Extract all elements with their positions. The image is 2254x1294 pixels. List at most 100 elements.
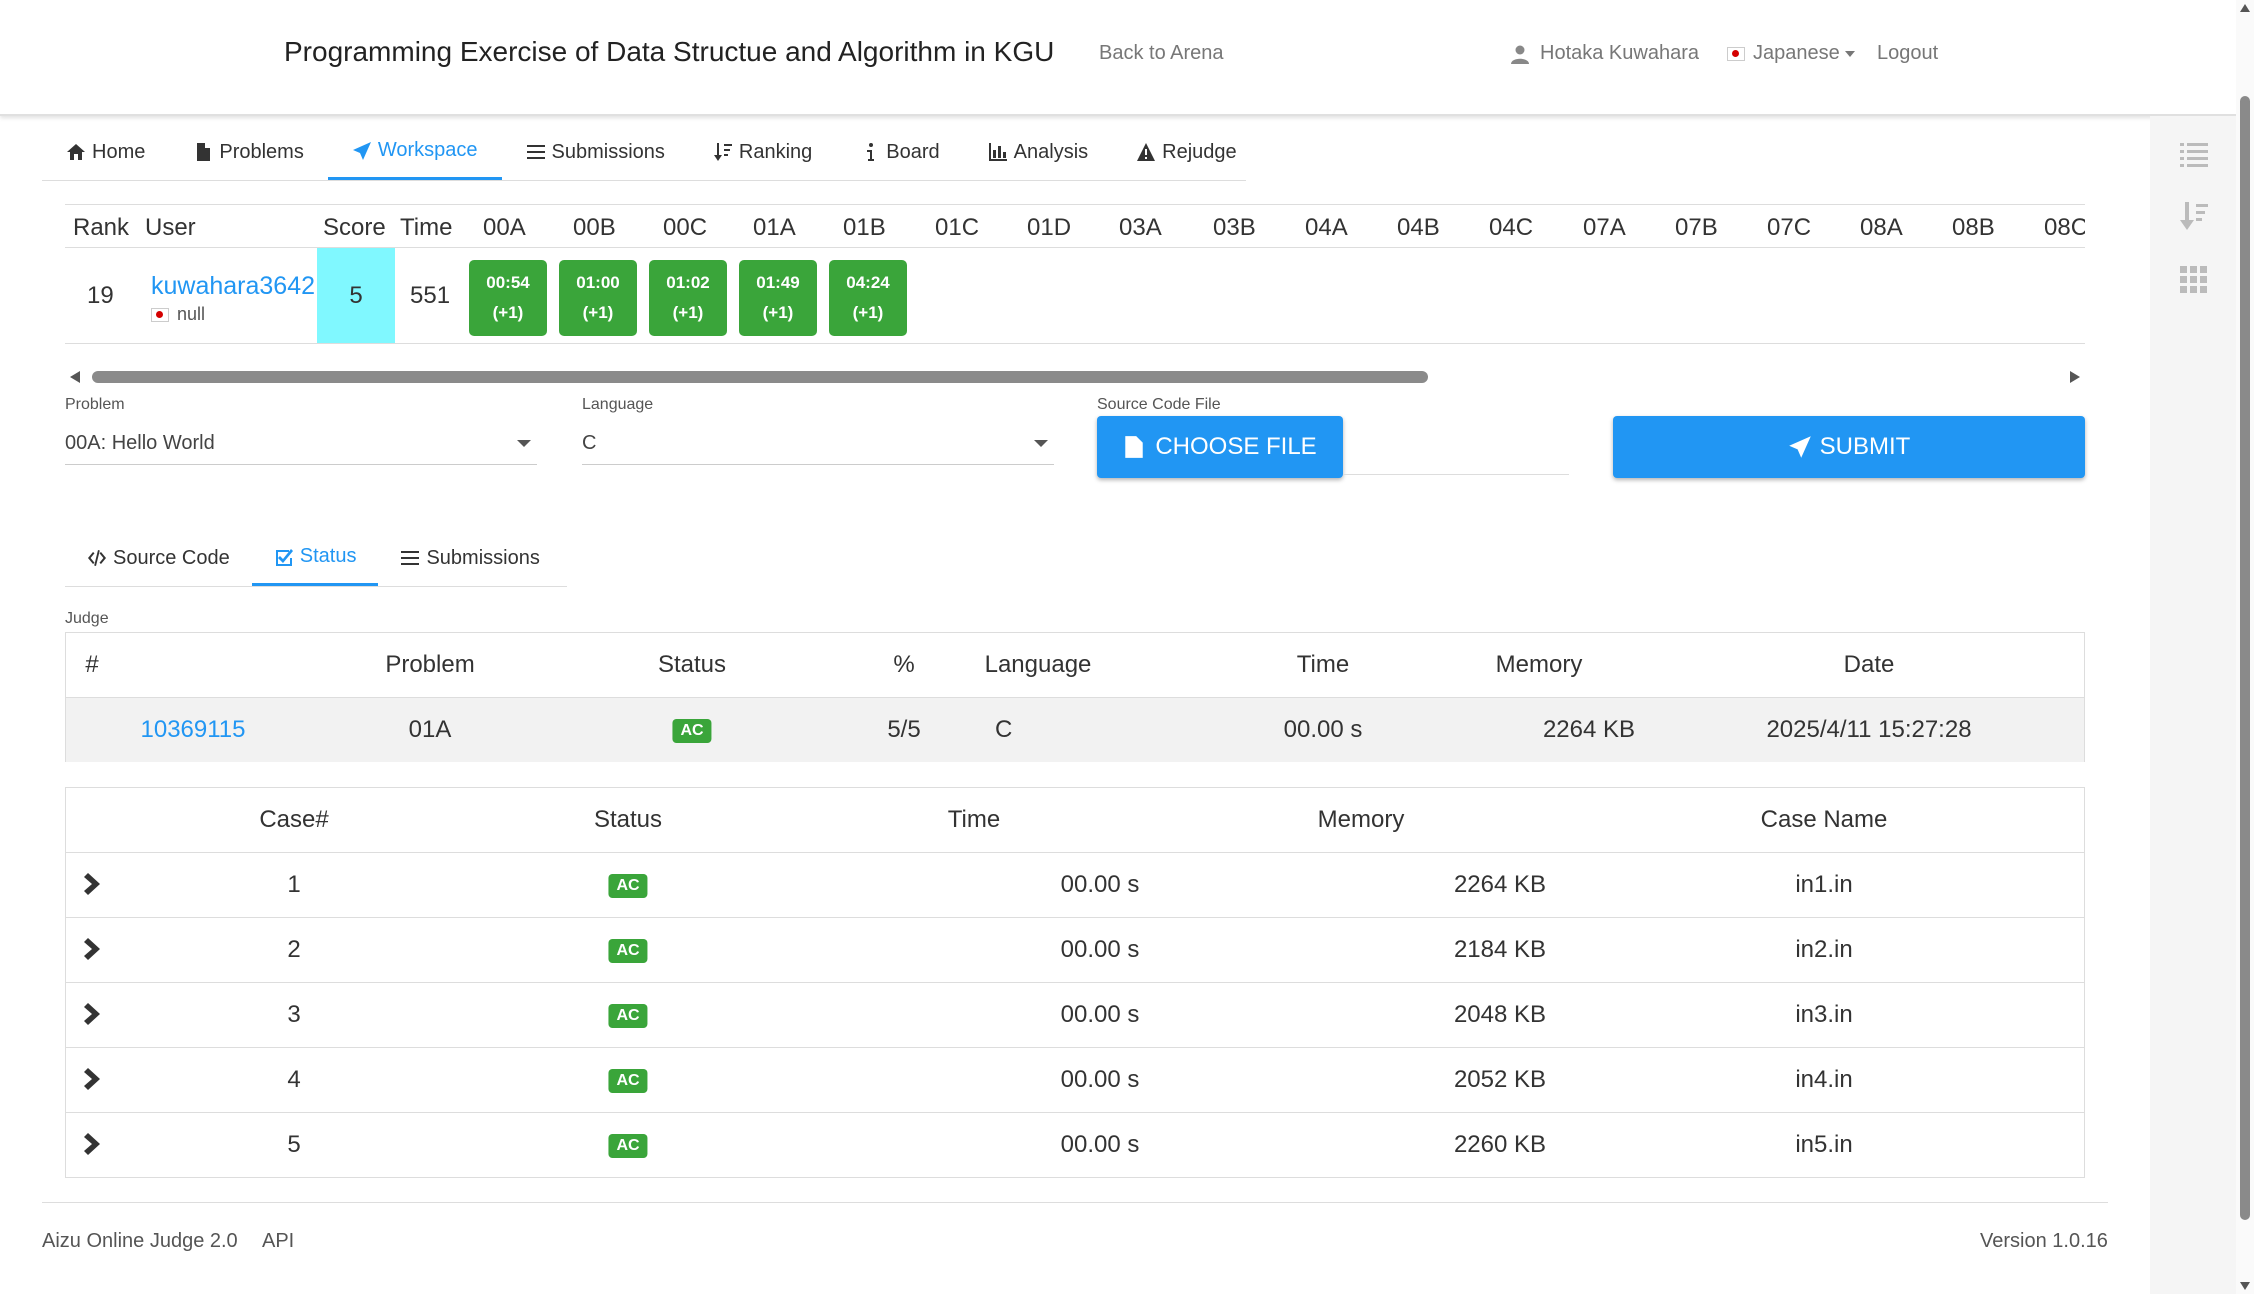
problem-header[interactable]: 07A [1583, 214, 1626, 242]
case-status: AC [608, 999, 648, 1028]
problem-header[interactable]: 04C [1489, 214, 1533, 242]
vertical-scrollbar[interactable] [2236, 0, 2254, 1294]
problem-header[interactable]: 00B [573, 214, 616, 242]
solved-penalty: (+1) [582, 303, 614, 322]
grid-icon[interactable] [2178, 264, 2210, 296]
problem-header[interactable]: 01C [935, 214, 979, 242]
site-title[interactable]: Programming Exercise of Data Structue an… [284, 36, 1054, 68]
sort-icon[interactable] [2178, 200, 2210, 232]
judge-col-status: Status [657, 651, 727, 678]
user-header: User [145, 214, 196, 241]
tab-status[interactable]: Status [251, 530, 379, 586]
solved-time: 01:02 [666, 273, 710, 292]
tab-rejudge[interactable]: Rejudge [1112, 124, 1261, 180]
tab-problems[interactable]: Problems [169, 124, 327, 180]
check-square-icon [275, 548, 293, 566]
sort-icon [713, 143, 732, 161]
horizontal-scrollbar[interactable] [70, 368, 2084, 386]
solved-cell: 04:24 (+1) [829, 260, 907, 336]
problem-header[interactable]: 08A [1860, 214, 1903, 242]
tab-source-code-label: Source Code [113, 546, 230, 569]
case-row[interactable]: 2 AC 00.00 s 2184 KB in2.in [66, 918, 2084, 983]
case-time: 00.00 s [1060, 1131, 1140, 1158]
problem-header[interactable]: 08B [1952, 214, 1995, 242]
tab-workspace-submissions[interactable]: Submissions [378, 530, 561, 586]
submit-button[interactable]: SUBMIT [1613, 416, 2085, 478]
problem-header[interactable]: 01D [1027, 214, 1071, 242]
source-file-label: Source Code File [1097, 396, 1221, 413]
logout-link[interactable]: Logout [1877, 42, 1938, 65]
judge-col-problem: Problem [385, 651, 475, 678]
scroll-thumb[interactable] [92, 371, 1428, 383]
judge-percent: 5/5 [887, 716, 921, 743]
problem-header[interactable]: 04B [1397, 214, 1440, 242]
scroll-left-arrow[interactable] [70, 371, 80, 383]
chevron-right-icon[interactable] [82, 1000, 106, 1028]
submission-id-link[interactable]: 10369115 [141, 716, 246, 744]
tab-home[interactable]: Home [42, 124, 169, 180]
case-row[interactable]: 1 AC 00.00 s 2264 KB in1.in [66, 853, 2084, 918]
tab-ranking[interactable]: Ranking [689, 124, 836, 180]
language-select[interactable]: C [582, 420, 1054, 465]
problem-header[interactable]: 07B [1675, 214, 1718, 242]
tab-analysis[interactable]: Analysis [964, 124, 1112, 180]
caret-down-icon [1844, 50, 1855, 57]
language-dropdown[interactable]: Japanese [1727, 42, 1855, 65]
back-to-arena-link[interactable]: Back to Arena [1099, 42, 1224, 65]
scroll-right-arrow[interactable] [2070, 371, 2080, 383]
user-link[interactable]: kuwahara3642 [151, 272, 315, 301]
main-nav: Home Problems Workspace Submissions Rank… [42, 124, 1246, 181]
problem-header[interactable]: 04A [1305, 214, 1348, 242]
chevron-right-icon[interactable] [82, 1065, 106, 1093]
choose-file-button[interactable]: CHOOSE FILE [1097, 416, 1343, 478]
footer-version: Version 1.0.16 [1980, 1230, 2108, 1252]
tab-status-label: Status [299, 545, 357, 567]
user-menu[interactable]: Hotaka Kuwahara [1510, 42, 1699, 65]
problem-header[interactable]: 01A [753, 214, 796, 242]
dropdown-arrow-icon [1034, 440, 1048, 447]
chevron-right-icon[interactable] [82, 1130, 106, 1158]
chevron-right-icon[interactable] [82, 935, 106, 963]
solved-cell: 01:49 (+1) [739, 260, 817, 336]
problem-select-value: 00A: Hello World [65, 432, 215, 454]
case-time: 00.00 s [1060, 1066, 1140, 1093]
judge-date: 2025/4/11 15:27:28 [1766, 716, 1972, 743]
judge-language: C [995, 716, 1013, 743]
footer-site-name[interactable]: Aizu Online Judge 2.0 [42, 1230, 238, 1253]
chevron-right-icon[interactable] [82, 870, 106, 898]
scroll-down-arrow[interactable] [2240, 1282, 2250, 1290]
problem-header[interactable]: 00C [663, 214, 707, 242]
problem-header[interactable]: 00A [483, 214, 526, 242]
problem-header[interactable]: 08C [2044, 214, 2085, 242]
solved-penalty: (+1) [762, 303, 794, 322]
case-row[interactable]: 4 AC 00.00 s 2052 KB in4.in [66, 1048, 2084, 1113]
rank-header: Rank [73, 214, 130, 241]
case-num: 1 [287, 871, 301, 898]
case-num: 3 [287, 1001, 301, 1028]
case-row[interactable]: 3 AC 00.00 s 2048 KB in3.in [66, 983, 2084, 1048]
scroll-thumb[interactable] [2240, 96, 2250, 1220]
tab-source-code[interactable]: Source Code [65, 530, 252, 586]
scroll-up-arrow[interactable] [2240, 4, 2250, 12]
tab-submissions[interactable]: Submissions [502, 124, 689, 180]
problem-label: Problem [65, 396, 125, 413]
problem-select[interactable]: 00A: Hello World [65, 420, 537, 465]
footer-divider [42, 1202, 2108, 1203]
tab-submissions-label: Submissions [551, 140, 665, 163]
file-icon [197, 143, 211, 161]
problem-header[interactable]: 07C [1767, 214, 1811, 242]
problem-header[interactable]: 03A [1119, 214, 1162, 242]
tab-workspace[interactable]: Workspace [327, 124, 502, 180]
judge-row: 10369115 01A AC 5/5 C 00.00 s 2264 KB 20… [66, 698, 2084, 762]
problem-header[interactable]: 01B [843, 214, 886, 242]
standings-table: Rank User Score Time 00A 00B 00C 01A 01B… [65, 204, 2085, 344]
solved-penalty: (+1) [852, 303, 884, 322]
footer-api-link[interactable]: API [262, 1230, 294, 1253]
problem-header[interactable]: 03B [1213, 214, 1256, 242]
tab-board[interactable]: Board [836, 124, 963, 180]
case-col-name: Case Name [1760, 806, 1888, 833]
case-row[interactable]: 5 AC 00.00 s 2260 KB in5.in [66, 1113, 2084, 1177]
list-icon[interactable] [2178, 138, 2210, 170]
info-icon [867, 143, 875, 161]
case-col-num: Case# [259, 806, 329, 833]
